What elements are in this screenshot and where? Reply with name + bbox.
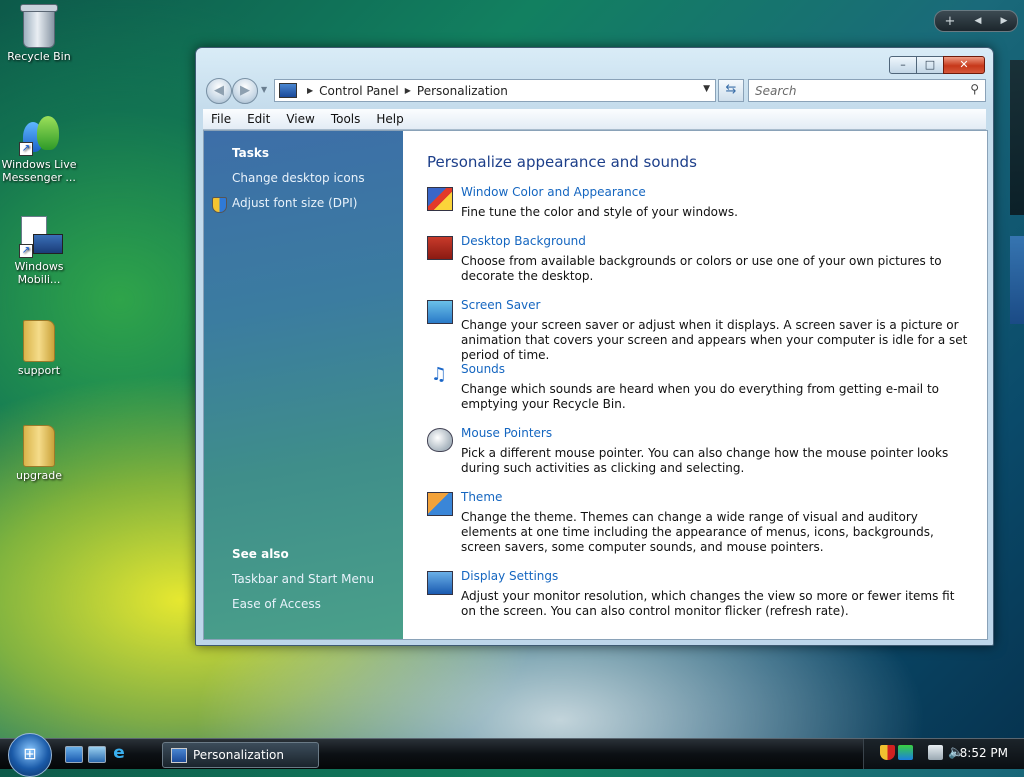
desktop-icon-label: Windows Mobili... bbox=[14, 260, 64, 286]
desktop-icon-label: support bbox=[17, 364, 61, 377]
mouse-icon[interactable] bbox=[427, 428, 453, 452]
theme-icon[interactable] bbox=[427, 492, 453, 516]
back-button[interactable]: ◀ bbox=[206, 78, 232, 104]
screen-saver-icon[interactable] bbox=[427, 300, 453, 324]
see-also-heading: See also bbox=[232, 547, 289, 561]
address-dropdown-icon[interactable]: ▼ bbox=[703, 84, 710, 94]
sidebar-gadget-toolbar: + ◀ ▶ bbox=[934, 10, 1018, 32]
messenger-icon: ↗ bbox=[17, 112, 61, 156]
taskbar-button-personalization[interactable]: Personalization bbox=[162, 742, 319, 768]
adjust-font-size-link[interactable]: Adjust font size (DPI) bbox=[232, 196, 357, 210]
add-gadget-icon[interactable]: + bbox=[945, 14, 956, 29]
window-color-icon[interactable] bbox=[427, 187, 453, 211]
folder-icon bbox=[17, 423, 61, 467]
desktop-icon-messenger[interactable]: ↗ Windows Live Messenger ... bbox=[0, 112, 78, 184]
previous-gadget-icon[interactable]: ◀ bbox=[975, 16, 982, 26]
refresh-button[interactable]: ⇆ bbox=[718, 79, 744, 102]
search-box[interactable]: ⚲ bbox=[748, 79, 986, 102]
ease-of-access-link[interactable]: Ease of Access bbox=[232, 597, 321, 611]
close-button[interactable]: ✕ bbox=[943, 56, 985, 74]
clock[interactable]: 8:52 PM bbox=[960, 746, 1008, 760]
display-settings-link[interactable]: Display Settings bbox=[461, 569, 558, 583]
desktop-background-link[interactable]: Desktop Background bbox=[461, 234, 586, 248]
tasks-heading: Tasks bbox=[232, 146, 270, 160]
switch-windows-icon[interactable] bbox=[88, 746, 106, 763]
content-area: Tasks Change desktop icons Adjust font s… bbox=[203, 130, 988, 640]
desktop-icon-label: Windows Live Messenger ... bbox=[1, 158, 77, 184]
control-panel-icon bbox=[171, 747, 187, 763]
uac-shield-icon bbox=[212, 197, 227, 213]
menu-help[interactable]: Help bbox=[368, 112, 411, 126]
taskbar-start-menu-link[interactable]: Taskbar and Start Menu bbox=[232, 572, 374, 586]
desktop-icon-support[interactable]: support bbox=[0, 318, 78, 377]
internet-explorer-icon[interactable]: e bbox=[111, 745, 127, 762]
personalization-window: – □ ✕ ◀ ▶ ▼ ▶ Control Panel ▶ Personaliz… bbox=[195, 47, 994, 646]
recent-pages-dropdown-icon[interactable]: ▼ bbox=[261, 85, 267, 94]
forward-button[interactable]: ▶ bbox=[232, 78, 258, 104]
windows-update-icon[interactable] bbox=[898, 745, 913, 760]
taskbar: ⊞ e Personalization 🔈 8:52 PM bbox=[0, 733, 1024, 777]
menu-file[interactable]: File bbox=[203, 112, 239, 126]
menu-bar: File Edit View Tools Help bbox=[203, 109, 986, 130]
notification-area: 🔈 8:52 PM bbox=[863, 739, 1024, 769]
search-input[interactable] bbox=[753, 80, 957, 101]
item-description: Fine tune the color and style of your wi… bbox=[461, 205, 738, 219]
breadcrumb-separator-icon[interactable]: ▶ bbox=[405, 86, 411, 95]
show-desktop-icon[interactable] bbox=[65, 746, 83, 763]
item-description: Pick a different mouse pointer. You can … bbox=[461, 446, 949, 475]
minimize-button[interactable]: – bbox=[889, 56, 917, 74]
sidebar-gadget bbox=[1010, 236, 1024, 324]
menu-view[interactable]: View bbox=[278, 112, 322, 126]
control-panel-icon bbox=[279, 83, 297, 98]
desktop-icon-label: Recycle Bin bbox=[7, 50, 71, 63]
network-icon[interactable] bbox=[928, 745, 943, 760]
page-title: Personalize appearance and sounds bbox=[427, 153, 697, 171]
windows-logo-icon: ⊞ bbox=[23, 744, 37, 763]
breadcrumb-personalization[interactable]: Personalization bbox=[417, 84, 508, 98]
desktop-background-icon[interactable] bbox=[427, 236, 453, 260]
mouse-pointers-link[interactable]: Mouse Pointers bbox=[461, 426, 552, 440]
navigation-bar: ◀ ▶ ▼ ▶ Control Panel ▶ Personalization … bbox=[204, 77, 986, 104]
menu-edit[interactable]: Edit bbox=[239, 112, 278, 126]
start-button[interactable]: ⊞ bbox=[8, 733, 52, 777]
change-desktop-icons-link[interactable]: Change desktop icons bbox=[232, 171, 365, 185]
item-description: Change your screen saver or adjust when … bbox=[461, 318, 968, 362]
item-description: Choose from available backgrounds or col… bbox=[461, 254, 942, 283]
task-pane: Tasks Change desktop icons Adjust font s… bbox=[204, 131, 403, 639]
item-description: Adjust your monitor resolution, which ch… bbox=[461, 589, 955, 618]
sounds-link[interactable]: Sounds bbox=[461, 362, 505, 376]
desktop-icon-label: upgrade bbox=[16, 469, 62, 482]
breadcrumb-control-panel[interactable]: Control Panel bbox=[319, 84, 399, 98]
next-gadget-icon[interactable]: ▶ bbox=[1001, 16, 1008, 26]
security-center-icon[interactable] bbox=[880, 745, 895, 760]
window-color-link[interactable]: Window Color and Appearance bbox=[461, 185, 646, 199]
refresh-icon: ⇆ bbox=[725, 82, 737, 97]
desktop-icon-windows-mobility[interactable]: ↗ Windows Mobili... bbox=[0, 214, 78, 286]
maximize-button[interactable]: □ bbox=[916, 56, 944, 74]
item-description: Change which sounds are heard when you d… bbox=[461, 382, 939, 411]
address-bar[interactable]: ▶ Control Panel ▶ Personalization ▼ bbox=[274, 79, 716, 102]
sidebar-gadget bbox=[1010, 60, 1024, 215]
sounds-icon[interactable]: ♫ bbox=[427, 364, 451, 386]
recycle-bin-icon bbox=[17, 4, 61, 48]
display-settings-icon[interactable] bbox=[427, 571, 453, 595]
desktop-icon-recycle-bin[interactable]: Recycle Bin bbox=[0, 4, 78, 63]
folder-icon bbox=[17, 318, 61, 362]
taskbar-button-label: Personalization bbox=[193, 748, 284, 762]
screen-saver-link[interactable]: Screen Saver bbox=[461, 298, 540, 312]
search-icon[interactable]: ⚲ bbox=[970, 82, 979, 96]
breadcrumb-separator-icon[interactable]: ▶ bbox=[307, 86, 313, 95]
item-description: Change the theme. Themes can change a wi… bbox=[461, 510, 934, 554]
theme-link[interactable]: Theme bbox=[461, 490, 502, 504]
desktop-icon-upgrade[interactable]: upgrade bbox=[0, 423, 78, 482]
windows-mobility-icon: ↗ bbox=[17, 214, 63, 258]
caption-buttons: – □ ✕ bbox=[889, 56, 985, 74]
menu-tools[interactable]: Tools bbox=[323, 112, 369, 126]
